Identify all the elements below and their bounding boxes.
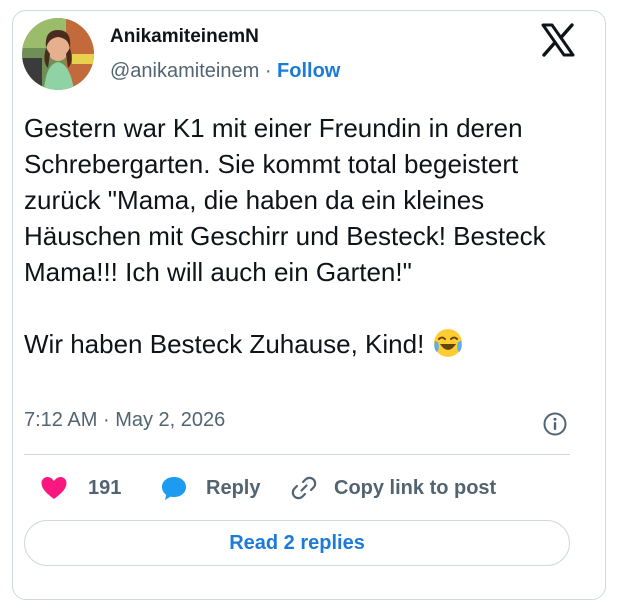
author-handle[interactable]: @anikamiteinem: [110, 60, 259, 82]
copy-link-button[interactable]: Copy link to post: [290, 470, 496, 506]
reply-label: Reply: [206, 476, 261, 499]
info-icon[interactable]: [542, 411, 568, 437]
laughing-emoji-icon: [432, 327, 464, 368]
reply-bubble-icon: [160, 474, 188, 502]
like-button[interactable]: 191: [40, 470, 121, 506]
action-bar: 191 Reply Copy link to post: [24, 470, 570, 506]
like-count: 191: [88, 476, 122, 499]
read-replies-button[interactable]: Read 2 replies: [24, 520, 570, 566]
link-icon: [290, 474, 318, 502]
tweet-timestamp: 7:12 AM · May 2, 2026: [24, 409, 225, 432]
x-logo-icon[interactable]: [540, 22, 576, 58]
handle-separator: ·: [264, 60, 272, 82]
reply-button[interactable]: Reply: [160, 470, 260, 506]
tweet-text: Gestern war K1 mit einer Freundin in der…: [24, 110, 576, 368]
divider: [24, 454, 570, 455]
tweet-date[interactable]: May 2, 2026: [115, 409, 225, 431]
copy-link-label: Copy link to post: [334, 476, 497, 499]
avatar[interactable]: [22, 18, 94, 90]
author-display-name[interactable]: AnikamiteinemN: [110, 26, 259, 48]
time-separator: ·: [102, 409, 110, 431]
tweet-time[interactable]: 7:12 AM: [24, 409, 97, 431]
tweet-body: Gestern war K1 mit einer Freundin in der…: [24, 113, 546, 359]
heart-icon: [40, 475, 68, 501]
author-handle-line: @anikamiteinem · Follow: [110, 60, 340, 83]
follow-button[interactable]: Follow: [277, 60, 340, 82]
